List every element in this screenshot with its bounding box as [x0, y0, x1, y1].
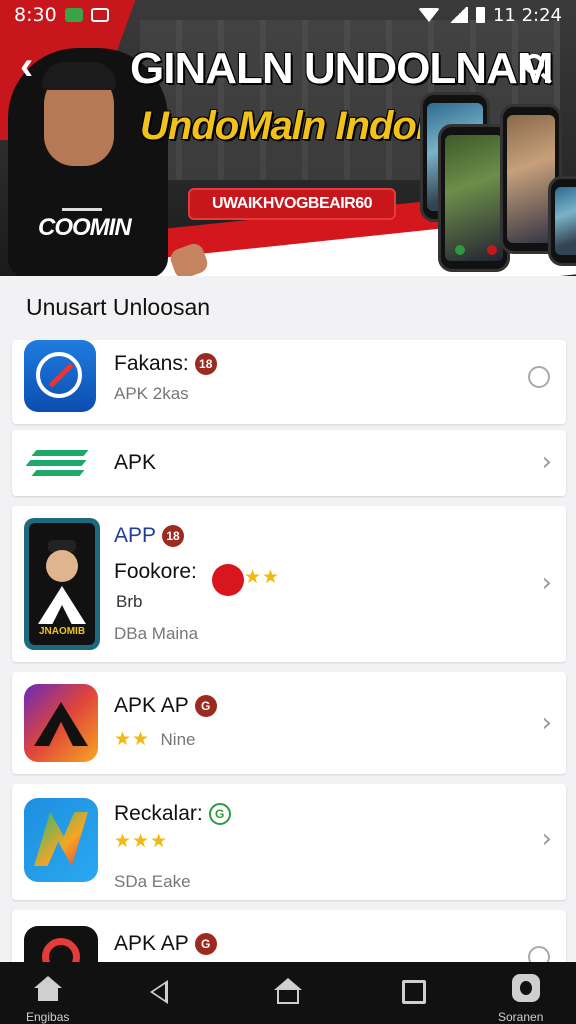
- hero-pill[interactable]: UWAIKHVOGBEAIR60: [188, 188, 396, 220]
- app-subtitle: Nine: [160, 730, 196, 749]
- hero-banner[interactable]: COOMIN GINALN UNDOLNAM UndoMaln Indonsi!…: [0, 0, 576, 276]
- age-badge: G: [194, 695, 217, 717]
- radio-icon[interactable]: [528, 366, 550, 388]
- profile-tab[interactable]: [510, 972, 542, 1006]
- app-list-item[interactable]: Reckalar: G ★★★ SDa Eake ›: [12, 784, 566, 900]
- chevron-right-icon[interactable]: ›: [542, 568, 552, 598]
- carousel-dot[interactable]: [281, 250, 290, 259]
- app-tagline: Fookore:: [114, 560, 197, 583]
- app-name: APK AP: [114, 932, 189, 955]
- app-list-item[interactable]: JNAOMIB APP 18 Fookore: ★★ Brb DBa Maina …: [12, 506, 566, 662]
- home-tab[interactable]: [32, 972, 64, 1006]
- bottom-navigation: Engibas Soranen: [0, 962, 576, 1024]
- letter-a-app-icon: [24, 684, 98, 762]
- chevron-right-icon[interactable]: ›: [542, 824, 552, 854]
- battery-icon: [475, 7, 485, 23]
- recents-square-icon[interactable]: [402, 980, 426, 1004]
- character-app-icon: JNAOMIB: [24, 518, 100, 650]
- home-button-icon[interactable]: [274, 978, 302, 1006]
- chevron-right-icon[interactable]: ›: [542, 708, 552, 738]
- notification-dot: [212, 564, 244, 596]
- nav-label-left: Engibas: [26, 1010, 70, 1024]
- app-name: Reckalar:: [114, 802, 203, 825]
- app-subtitle: SDa Eake: [114, 872, 191, 891]
- icon-caption: JNAOMIB: [38, 626, 86, 637]
- app-subtitle: DBa Maina: [114, 624, 199, 643]
- rating-stars: ★★: [244, 567, 281, 588]
- nav-label-right: Soranen: [498, 1010, 544, 1024]
- phone-graphic: [548, 176, 576, 266]
- age-badge: G: [194, 933, 217, 955]
- app-name: APK AP: [114, 694, 189, 717]
- carousel-dot[interactable]: [298, 250, 307, 259]
- gallery-icon: [90, 8, 109, 22]
- section-title: Unusart Unloosan: [26, 294, 211, 320]
- status-clock: 11 2:24: [492, 4, 562, 26]
- search-icon[interactable]: [522, 52, 554, 84]
- rating-badge: G: [208, 803, 231, 825]
- signal-icon: [447, 7, 468, 23]
- rating-stars: ★★★: [114, 831, 169, 852]
- age-badge: 18: [162, 525, 185, 547]
- message-icon: [64, 8, 83, 22]
- status-time: 8:30: [14, 4, 57, 26]
- app-list-item[interactable]: Fakans: 18 APK 2kas: [12, 340, 566, 424]
- app-list-item[interactable]: APK AP G ★★ Nine ›: [12, 672, 566, 774]
- arrows-app-icon: [26, 444, 92, 482]
- rating-stars: ★★: [114, 729, 151, 750]
- hero-brand: COOMIN: [38, 214, 132, 241]
- app-meta: Brb: [116, 592, 143, 611]
- app-list-item[interactable]: APK ›: [12, 430, 566, 496]
- letter-n-app-icon: [24, 798, 98, 882]
- back-button[interactable]: ‹: [20, 46, 50, 86]
- carousel-dot[interactable]: [264, 250, 273, 259]
- hero-title: GINALN UNDOLNAM: [130, 44, 554, 93]
- wifi-icon: [417, 8, 440, 22]
- carousel-indicator[interactable]: [264, 250, 307, 259]
- app-subtitle: APK 2kas: [114, 384, 189, 403]
- chevron-right-icon[interactable]: ›: [542, 447, 552, 477]
- status-bar: 8:30 11 2:24: [0, 0, 576, 30]
- app-name: APK: [114, 451, 157, 474]
- app-name: APP: [114, 524, 157, 547]
- app-list-item[interactable]: APK AP G: [12, 910, 566, 986]
- age-badge: 18: [194, 353, 217, 375]
- compass-app-icon: [24, 340, 96, 412]
- app-name: Fakans:: [114, 352, 189, 375]
- brand-underline: [62, 208, 102, 211]
